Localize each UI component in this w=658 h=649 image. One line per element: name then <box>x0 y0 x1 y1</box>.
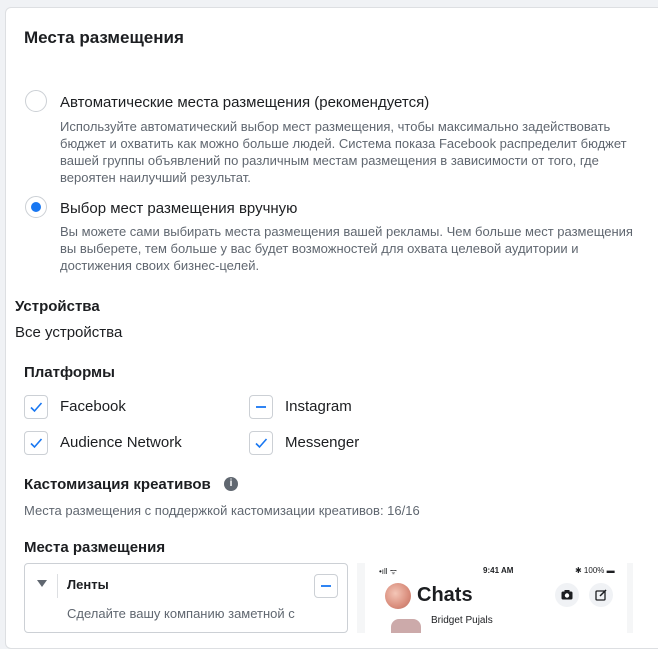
devices-dropdown[interactable]: Все устройства <box>15 324 122 341</box>
automatic-placements-description: Используйте автоматический выбор мест ра… <box>60 119 627 185</box>
camera-icon <box>561 590 573 600</box>
page-title: Места размещения <box>24 28 184 47</box>
checkmark-icon <box>255 438 268 449</box>
minus-icon <box>321 585 331 587</box>
creative-customization-heading: Кастомизация креативов <box>24 476 211 493</box>
platforms-heading: Платформы <box>24 364 115 381</box>
facebook-label[interactable]: Facebook <box>60 398 126 415</box>
collapse-arrow-icon[interactable] <box>37 580 47 588</box>
feeds-group-title: Ленты <box>67 577 109 592</box>
facebook-checkbox[interactable] <box>24 395 48 419</box>
checkmark-icon <box>30 438 43 449</box>
checkmark-icon <box>30 402 43 413</box>
creative-customization-subtitle: Места размещения с поддержкой кастомизац… <box>24 503 420 518</box>
minus-icon <box>256 406 266 408</box>
placements-heading: Места размещения <box>24 539 166 556</box>
signal-wifi-icon: •ıll ᯤ <box>379 567 398 576</box>
messenger-label[interactable]: Messenger <box>285 434 359 451</box>
edit-icon <box>595 589 607 601</box>
automatic-placements-label[interactable]: Автоматические места размещения (рекомен… <box>60 94 429 111</box>
manual-placements-description: Вы можете сами выбирать места размещения… <box>60 224 633 273</box>
camera-button <box>555 583 579 607</box>
manual-placements-radio[interactable] <box>25 196 47 218</box>
placement-preview: •ıll ᯤ 9:41 AM ✱ 100% ▬ Chats Bridget Pu… <box>357 563 633 633</box>
avatar <box>385 583 411 609</box>
automatic-placements-radio[interactable] <box>25 90 47 112</box>
feeds-checkbox[interactable] <box>314 574 338 598</box>
placements-list: Ленты Сделайте вашу компанию заметной с <box>24 563 348 633</box>
audience-network-label[interactable]: Audience Network <box>60 434 182 451</box>
instagram-label[interactable]: Instagram <box>285 398 352 415</box>
manual-placements-label[interactable]: Выбор мест размещения вручную <box>60 200 297 217</box>
devices-heading: Устройства <box>15 298 100 315</box>
chat-name: Bridget Pujals <box>431 615 493 626</box>
compose-button <box>589 583 613 607</box>
chat-avatar <box>391 619 421 633</box>
status-time: 9:41 AM <box>483 566 514 575</box>
audience-network-checkbox[interactable] <box>24 431 48 455</box>
phone-screen: •ıll ᯤ 9:41 AM ✱ 100% ▬ Chats Bridget Pu… <box>365 563 627 633</box>
messenger-checkbox[interactable] <box>249 431 273 455</box>
info-icon[interactable]: i <box>224 477 238 491</box>
divider <box>57 574 58 598</box>
battery-status: ✱ 100% ▬ <box>575 566 615 575</box>
feeds-description: Сделайте вашу компанию заметной с <box>67 606 295 621</box>
instagram-checkbox[interactable] <box>249 395 273 419</box>
chats-title: Chats <box>417 584 473 606</box>
